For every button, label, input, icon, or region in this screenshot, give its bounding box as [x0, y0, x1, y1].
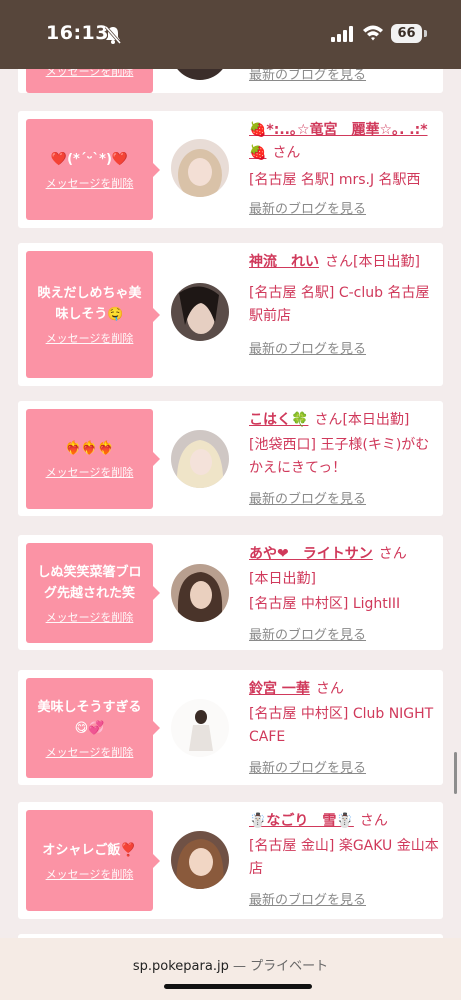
delete-message-link[interactable]: メッセージを削除 — [46, 464, 134, 480]
private-mode-label: プライベート — [250, 959, 329, 974]
delete-message-link[interactable]: メッセージを削除 — [46, 609, 134, 625]
latest-blog-link[interactable]: 最新のブログを見る — [249, 624, 439, 643]
battery-tip — [424, 30, 427, 37]
message-card: ❤️‍🔥❤️‍🔥❤️‍🔥 メッセージを削除 こはく🍀 さん[本日出勤] [池袋西口… — [18, 401, 443, 516]
delete-message-link[interactable]: メッセージを削除 — [46, 744, 134, 760]
shop-info: [名古屋 金山] 楽GAKU 金山本店 — [249, 838, 439, 877]
latest-blog-link[interactable]: 最新のブログを見る — [249, 488, 439, 507]
message-text: 美味しそうすぎる😋💞 — [37, 699, 142, 736]
url-separator: — — [228, 959, 251, 974]
delete-message-link[interactable]: メッセージを削除 — [46, 330, 134, 346]
url-bar[interactable]: sp.pokepara.jp — プライベート — [0, 938, 461, 1000]
message-card: 映えだしめちゃ美味しそう🤤 メッセージを削除 神流 れい さん[本日出勤] [名古… — [18, 243, 443, 386]
work-status: [本日出勤] — [249, 571, 316, 587]
shop-info: [名古屋 名駅] C-club 名古屋駅前店 — [249, 285, 430, 324]
honorific: さん — [314, 412, 343, 428]
honorific: さん — [378, 546, 407, 562]
message-text: 映えだしめちゃ美味しそう🤤 — [37, 286, 142, 322]
message-text: オシャレご飯❣️ — [42, 842, 137, 858]
message-bubble: 美味しそうすぎる😋💞 メッセージを削除 — [26, 678, 160, 778]
bell-slash-icon — [104, 26, 122, 44]
avatar[interactable] — [171, 283, 229, 341]
message-bubble: ❤️‍🔥❤️‍🔥❤️‍🔥 メッセージを削除 — [26, 409, 160, 509]
honorific: さん — [315, 681, 344, 697]
cast-name-link[interactable]: こはく🍀 — [249, 412, 308, 428]
url-text[interactable]: sp.pokepara.jp — プライベート — [0, 955, 461, 974]
signal-icon — [331, 26, 353, 42]
message-card: ❤️(*´ᵕ`*)❤️ メッセージを削除 🍓*:..｡☆竜宮 麗華☆｡. .:*… — [18, 111, 443, 228]
avatar[interactable] — [171, 831, 229, 889]
url-domain: sp.pokepara.jp — [132, 959, 229, 974]
cast-name-link[interactable]: 鈴宮 一華 — [249, 681, 310, 697]
shop-info: [名古屋 中村区] Club NIGHT CAFE — [249, 706, 434, 745]
shop-info: [名古屋 名駅] mrs.J 名駅西 — [249, 172, 421, 188]
avatar[interactable] — [171, 564, 229, 622]
message-bubble: ❤️(*´ᵕ`*)❤️ メッセージを削除 — [26, 119, 160, 220]
avatar[interactable] — [171, 699, 229, 757]
delete-message-link[interactable]: メッセージを削除 — [46, 175, 134, 191]
shop-info: [池袋西口] 王子様(キミ)がむかえにきてっ！ — [249, 437, 430, 476]
latest-blog-link[interactable]: 最新のブログを見る — [249, 198, 439, 217]
honorific: さん — [272, 145, 301, 161]
status-time: 16:13 — [46, 22, 109, 44]
cast-name-link[interactable]: 神流 れい — [249, 254, 319, 270]
work-status: [本日出勤] — [342, 412, 410, 428]
wifi-icon — [363, 25, 383, 41]
scrollbar[interactable] — [454, 752, 457, 794]
message-text: ❤️‍🔥❤️‍🔥❤️‍🔥 — [65, 441, 114, 456]
cast-name-link[interactable]: ☃️なごり 雪☃️ — [249, 813, 354, 829]
message-card: しぬ笑笑菜箸ブログ先越された笑 メッセージを削除 あや❤︎ ライトサン さん [本… — [18, 535, 443, 650]
latest-blog-link[interactable]: 最新のブログを見る — [249, 338, 439, 357]
cast-name-link[interactable]: あや❤︎ ライトサン — [249, 546, 373, 562]
latest-blog-link[interactable]: 最新のブログを見る — [249, 889, 439, 908]
honorific: さん — [359, 813, 388, 829]
message-text: しぬ笑笑菜箸ブログ先越された笑 — [37, 564, 142, 601]
latest-blog-link[interactable]: 最新のブログを見る — [249, 757, 439, 776]
honorific: さん — [325, 254, 353, 270]
message-bubble: オシャレご飯❣️ メッセージを削除 — [26, 810, 160, 911]
work-status: [本日出勤] — [353, 254, 420, 270]
avatar[interactable] — [171, 430, 229, 488]
message-bubble: しぬ笑笑菜箸ブログ先越された笑 メッセージを削除 — [26, 543, 160, 643]
delete-message-link[interactable]: メッセージを削除 — [46, 866, 134, 882]
status-bar: 16:13 66 — [0, 0, 461, 69]
message-card: オシャレご飯❣️ メッセージを削除 ☃️なごり 雪☃️ さん [名古屋 金山] 楽… — [18, 802, 443, 919]
home-indicator — [164, 984, 312, 989]
avatar[interactable] — [171, 139, 229, 197]
message-card: 美味しそうすぎる😋💞 メッセージを削除 鈴宮 一華 さん [名古屋 中村区] Cl… — [18, 670, 443, 785]
battery-icon: 66 — [391, 24, 422, 43]
message-text: ❤️(*´ᵕ`*)❤️ — [50, 151, 129, 167]
shop-info: [名古屋 中村区] LightIII — [249, 596, 401, 612]
message-bubble: 映えだしめちゃ美味しそう🤤 メッセージを削除 — [26, 251, 160, 378]
